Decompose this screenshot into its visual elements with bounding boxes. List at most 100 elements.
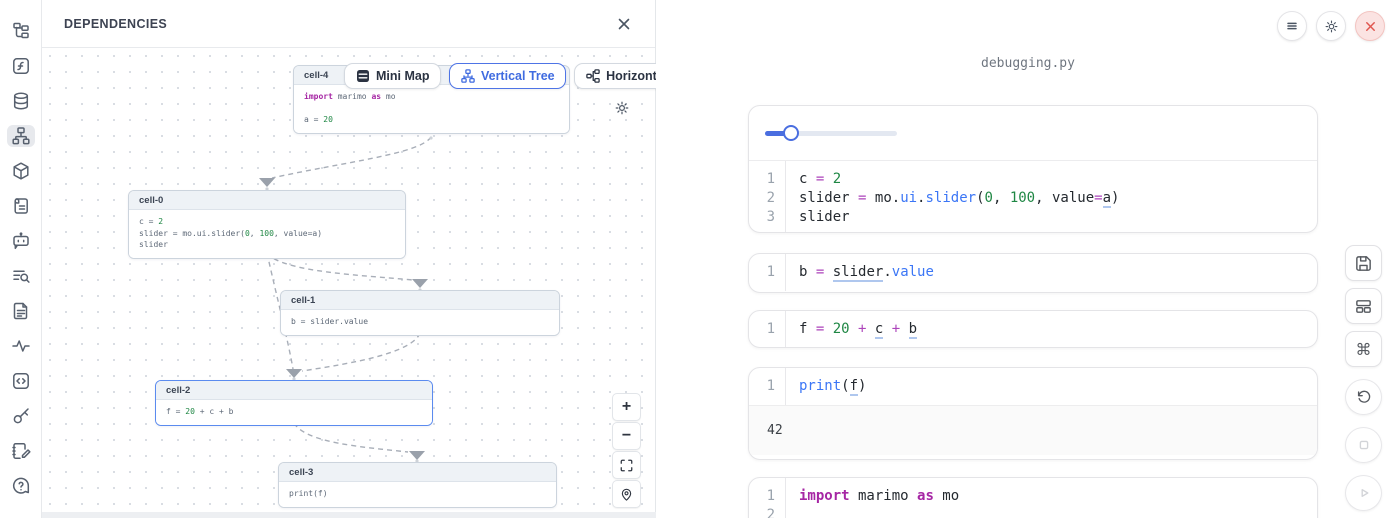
activity-icon[interactable] [7,335,35,357]
horizontal-tree-label: Horizontal Tree [606,69,656,83]
left-icon-sidebar [0,0,42,518]
cell-code-editor[interactable]: 1 f = 20 + c + b [749,311,1317,348]
log-search-icon[interactable] [7,265,35,287]
notebook-menu-button[interactable] [1277,11,1307,41]
code-line: print(f) [799,377,866,396]
notebook-cell-print[interactable]: 1 print(f) 42 [748,367,1318,460]
slider-output-row [749,106,1317,161]
graph-node-title: cell-2 [156,381,432,400]
code-line: slider [799,208,1119,227]
code-line: f = 20 + c + b [799,320,917,339]
line-number: 1 [749,320,785,339]
notebook-cell-slider[interactable]: 123c = 2slider = mo.ui.slider(0, 100, va… [748,105,1318,233]
notebook-cell-b[interactable]: 1 b = slider.value [748,253,1318,293]
file-tree-icon[interactable] [7,20,35,42]
graph-node-cell-1[interactable]: cell-1 b = slider.value [280,290,560,336]
cell-code-editor[interactable]: 1 print(f) [749,368,1317,405]
horizontal-tree-icon [586,69,600,83]
panel-bottom-edge [42,512,656,518]
graph-node-cell-2[interactable]: cell-2 f = 20 + c + b [155,380,433,426]
vertical-tree-label: Vertical Tree [481,69,555,83]
scratchpad-icon[interactable] [7,440,35,462]
mini-map-icon [356,69,370,83]
graph-node-code: c = 2slider = mo.ui.slider(0, 100, value… [129,210,405,258]
notebook-area: debugging.py 123c = 2slider = mo.ui.slid… [656,0,1400,518]
locate-pin-button[interactable] [612,480,641,508]
package-icon[interactable] [7,160,35,182]
horizontal-tree-button[interactable]: Horizontal Tree [574,63,656,89]
cell-code-editor[interactable]: 12 import marimo as mo [749,478,1317,518]
zoom-out-button[interactable]: − [612,422,641,450]
graph-node-title: cell-1 [281,291,559,310]
cell-code-editor[interactable]: 123c = 2slider = mo.ui.slider(0, 100, va… [749,161,1317,233]
dependency-graph-icon[interactable] [7,125,35,147]
help-icon[interactable] [7,475,35,497]
key-icon[interactable] [7,405,35,427]
undo-button[interactable] [1345,379,1382,415]
graph-node-title: cell-0 [129,191,405,210]
code-lines: c = 2slider = mo.ui.slider(0, 100, value… [786,161,1119,233]
cell-output: 42 [749,405,1317,455]
notebook-action-rail: ⌘ [1345,245,1382,511]
graph-settings-gear-icon[interactable] [614,100,630,121]
slider-widget[interactable] [765,131,897,136]
line-number: 2 [749,189,785,208]
notebook-top-buttons [1277,11,1385,41]
panel-title: DEPENDENCIES [64,17,167,31]
line-number: 1 [749,263,785,282]
graph-node-code: import marimo as mo a = 20 [294,85,569,133]
line-number-gutter: 12 [749,478,786,518]
stop-button[interactable] [1345,427,1382,463]
code-line: b = slider.value [799,263,934,282]
dependency-graph-canvas[interactable]: cell-4 import marimo as mo a = 20 cell-0… [42,48,656,518]
chat-bot-icon[interactable] [7,230,35,252]
zoom-in-button[interactable]: + [612,393,641,421]
marimo-app: DEPENDENCIES cell-4 [0,0,1400,518]
code-block-icon[interactable] [7,370,35,392]
keyboard-shortcuts-button[interactable]: ⌘ [1345,331,1382,367]
line-number: 1 [749,170,785,189]
shutdown-close-button[interactable] [1355,11,1385,41]
notebook-settings-gear-button[interactable] [1316,11,1346,41]
graph-node-cell-0[interactable]: cell-0 c = 2slider = mo.ui.slider(0, 100… [128,190,406,259]
notebook-filename[interactable]: debugging.py [656,56,1400,71]
save-button[interactable] [1345,245,1382,281]
line-number-gutter: 1 [749,368,786,405]
line-number: 1 [749,377,785,396]
graph-node-code: print(f) [279,482,556,507]
code-lines: f = 20 + c + b [786,311,917,348]
code-lines: print(f) [786,368,866,405]
snippets-icon[interactable] [7,300,35,322]
graph-node-cell-3[interactable]: cell-3 print(f) [278,462,557,508]
code-line [799,506,959,518]
notebook-cell-f[interactable]: 1 f = 20 + c + b [748,310,1318,348]
line-number-gutter: 123 [749,161,786,233]
layout-toggle-button[interactable] [1345,288,1382,324]
code-line: import marimo as mo [799,487,959,506]
line-number: 2 [749,506,785,518]
close-panel-icon[interactable] [613,13,635,35]
scroll-icon[interactable] [7,195,35,217]
graph-node-code: b = slider.value [281,310,559,335]
vertical-tree-icon [461,69,475,83]
line-number: 3 [749,208,785,227]
code-lines: import marimo as mo [786,478,959,518]
graph-node-code: f = 20 + c + b [156,400,432,425]
graph-zoom-controls: + − [612,393,641,508]
function-square-icon[interactable] [7,55,35,77]
run-button[interactable] [1345,475,1382,511]
slider-thumb[interactable] [783,125,799,141]
notebook-cell-import[interactable]: 12 import marimo as mo [748,477,1318,518]
vertical-tree-button[interactable]: Vertical Tree [449,63,566,89]
line-number: 1 [749,487,785,506]
dependencies-panel-header: DEPENDENCIES [42,0,655,48]
database-icon[interactable] [7,90,35,112]
dependencies-panel: DEPENDENCIES cell-4 [42,0,656,518]
code-line: c = 2 [799,170,1119,189]
code-lines: b = slider.value [786,254,934,291]
line-number-gutter: 1 [749,311,786,348]
mini-map-button[interactable]: Mini Map [344,63,441,89]
line-number-gutter: 1 [749,254,786,291]
cell-code-editor[interactable]: 1 b = slider.value [749,254,1317,291]
fit-view-button[interactable] [612,451,641,479]
